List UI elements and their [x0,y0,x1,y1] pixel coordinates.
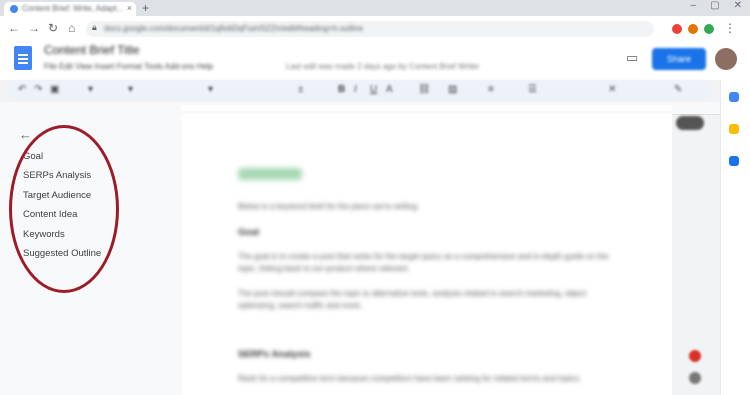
tab-title: Content Brief: Write, Adapt... [22,4,124,13]
maximize-icon[interactable]: ▢ [710,0,719,11]
omnibox[interactable]: 🔒︎ docs.google.com/document/d/1q8vbDqFsa… [86,21,654,37]
doc-paragraph: The post should compare the topic to alt… [238,289,587,310]
docs-menu-bar[interactable]: File Edit View Insert Format Tools Add-o… [44,62,213,71]
bold-icon[interactable]: B [338,84,345,95]
italic-icon[interactable]: I [354,84,357,95]
share-button[interactable]: Share [652,48,706,70]
record-icon[interactable] [689,350,701,362]
menu-icon[interactable]: ⋮ [724,21,736,35]
address-bar-row: ← → ↻ ⌂ 🔒︎ docs.google.com/document/d/1q… [0,16,750,42]
highlighted-title [238,168,302,180]
doc-heading-serps: SERPs Analysis [238,349,311,360]
forward-icon[interactable]: → [28,21,40,35]
reload-icon[interactable]: ↻ [48,21,58,35]
print-icon[interactable]: ▣ [50,84,59,95]
comment-icon[interactable]: ▭ [626,50,638,66]
font-select[interactable]: ▾ [208,84,213,95]
link-icon[interactable]: ⛓︎ [418,84,431,95]
window-controls: – ▢ ✕ [691,0,742,11]
formatting-toolbar: ↶ ↷ ▣ ▾ ▾ ▾ ± B I U A ⛓︎ ▨ ≡ ☰ ✕ ✎ [8,80,710,100]
tasks-icon[interactable] [729,156,739,166]
outline-item-content-idea[interactable]: Content Idea [23,208,101,227]
floating-action-button[interactable] [676,116,704,130]
font-size-stepper[interactable]: ± [298,84,304,95]
close-icon[interactable]: × [127,3,132,13]
last-edit-status[interactable]: Last edit was made 2 days ago by Content… [286,62,479,71]
outline-item-serps-analysis[interactable]: SERPs Analysis [23,169,101,188]
keep-icon[interactable] [729,124,739,134]
docs-favicon-icon [10,5,18,13]
docs-logo-icon[interactable] [14,46,32,70]
outline-item-suggested-outline[interactable]: Suggested Outline [23,247,101,266]
text-color-icon[interactable]: A [386,84,393,95]
document-outline: Goal SERPs Analysis Target Audience Cont… [23,150,101,266]
extension-icon[interactable] [704,24,714,34]
doc-intro: Below is a keyword brief for the piece w… [238,202,420,211]
lock-icon: 🔒︎ [92,22,97,32]
docs-header: Content Brief Title File Edit View Inser… [0,42,750,80]
outline-item-goal[interactable]: Goal [23,150,101,169]
list-icon[interactable]: ☰ [528,84,537,95]
doc-heading-goal: Goal [238,227,260,238]
zoom-select[interactable]: ▾ [88,84,93,95]
undo-icon[interactable]: ↶ [18,84,26,95]
home-icon[interactable]: ⌂ [68,21,75,35]
editing-mode-icon[interactable]: ✎ [674,84,682,95]
outline-item-keywords[interactable]: Keywords [23,228,101,247]
redo-icon[interactable]: ↷ [34,84,42,95]
outline-item-target-audience[interactable]: Target Audience [23,189,101,208]
extension-icon[interactable] [672,24,682,34]
back-arrow-icon[interactable]: ← [19,127,32,142]
align-icon[interactable]: ≡ [488,84,494,95]
back-icon[interactable]: ← [8,21,20,35]
extension-icon[interactable] [688,24,698,34]
clear-format-icon[interactable]: ✕ [608,84,616,95]
url-text: docs.google.com/document/d/1q8vbDqFsaV0Z… [104,24,364,33]
new-tab-icon[interactable]: + [142,1,149,15]
stop-icon[interactable] [689,372,701,384]
window-close-icon[interactable]: ✕ [734,0,742,11]
calendar-icon[interactable] [729,92,739,102]
style-select[interactable]: ▾ [128,84,133,95]
tab-strip: Content Brief: Write, Adapt... × + – ▢ ✕ [0,0,750,16]
underline-icon[interactable]: U [370,84,377,95]
browser-tab[interactable]: Content Brief: Write, Adapt... × [4,2,136,16]
image-icon[interactable]: ▨ [448,84,457,95]
document-title[interactable]: Content Brief Title [44,43,139,57]
doc-paragraph: The goal is to create a post that ranks … [238,252,609,273]
avatar[interactable] [715,48,737,70]
doc-paragraph: Rank for a competitive term because comp… [238,374,582,383]
minimize-icon[interactable]: – [691,0,697,11]
